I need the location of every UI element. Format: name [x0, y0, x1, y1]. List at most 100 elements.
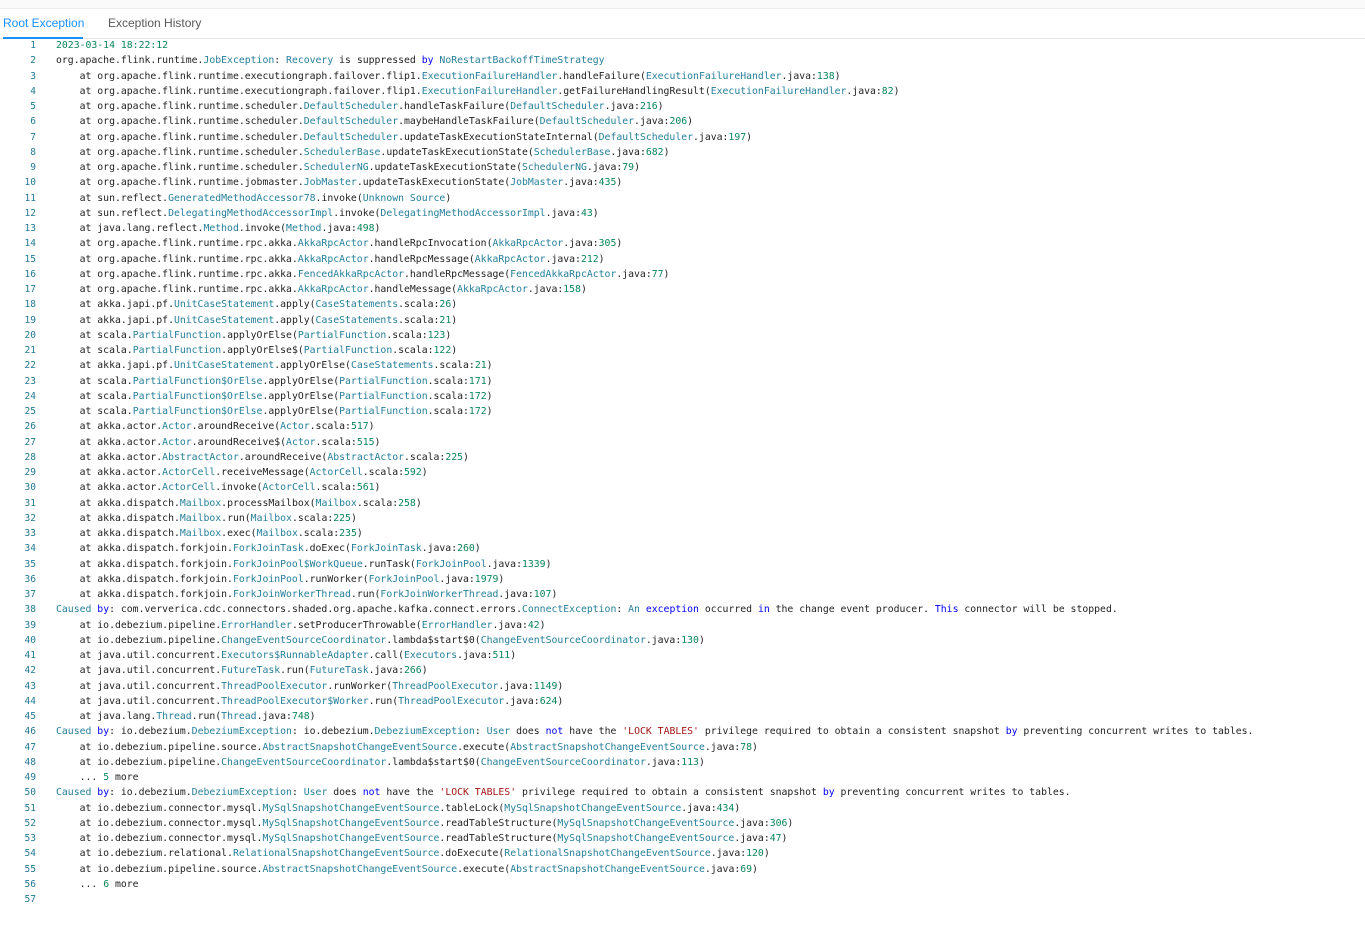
log-token: is suppressed: [333, 55, 422, 67]
log-line: 11 at sun.reflect.GeneratedMethodAccesso…: [0, 191, 1365, 206]
log-token: ): [445, 192, 452, 204]
log-token: .aroundReceive(: [238, 451, 328, 463]
line-number: 37: [24, 589, 36, 600]
line-text: at akka.actor.Actor.aroundReceive$(Actor…: [36, 435, 381, 450]
log-token: DefaultScheduler: [539, 116, 635, 128]
log-token: at io.debezium.pipeline.: [56, 619, 222, 631]
log-token: .java:: [704, 863, 741, 875]
line-text: at scala.PartialFunction.applyOrElse(Par…: [36, 328, 452, 343]
log-token: ForkJoinWorkerThread: [380, 589, 499, 600]
log-line: 35 at akka.dispatch.forkjoin.ForkJoinPoo…: [0, 557, 1365, 572]
log-token: .scala:: [427, 406, 469, 417]
line-number: 56: [24, 878, 36, 890]
log-token: .scala:: [315, 482, 357, 494]
log-token: .invoke(: [215, 482, 263, 494]
log-token: .run(: [191, 711, 222, 722]
exception-log-viewer[interactable]: 1 2023-03-14 18:22:12 2 org.apache.flink.ru…: [0, 38, 1365, 939]
log-token: 235: [339, 528, 357, 539]
tab-root-exception[interactable]: Root Exception: [3, 9, 84, 39]
line-number: 38: [24, 604, 36, 616]
log-token: 511: [492, 650, 511, 661]
log-token: have the: [563, 726, 623, 738]
line-text: at scala.PartialFunction.applyOrElse$(Pa…: [36, 343, 458, 358]
line-number: 24: [24, 390, 36, 402]
log-token: ): [539, 619, 546, 631]
log-token: PartialFunction: [339, 375, 428, 387]
log-line: 52 at io.debezium.connector.mysql.MySqlS…: [0, 816, 1365, 831]
log-token: ): [498, 573, 505, 585]
log-token: at io.debezium.connector.mysql.: [56, 817, 263, 829]
log-token: ForkJoinTask: [350, 543, 422, 555]
log-token: PartialFunction$OrElse: [132, 390, 263, 402]
log-line: 36 at akka.dispatch.forkjoin.ForkJoinPoo…: [0, 572, 1365, 587]
log-token: 69: [740, 863, 753, 875]
line-number: 6: [30, 116, 36, 128]
log-token: ForkJoinTask: [232, 543, 304, 555]
log-token: org.apache.flink.runtime.: [56, 55, 204, 67]
log-token: ): [687, 116, 694, 128]
line-number: 19: [24, 314, 36, 326]
line-text: at io.debezium.pipeline.source.AbstractS…: [36, 740, 758, 755]
log-token: 107: [533, 589, 552, 600]
log-token: .getFailureHandlingResult(: [557, 85, 711, 97]
log-token: MySqlSnapshotChangeEventSource: [557, 817, 735, 829]
log-token: User: [486, 726, 511, 738]
log-token: ...: [56, 878, 104, 890]
log-token: Caused: [56, 787, 92, 799]
log-token: .applyOrElse(: [221, 329, 298, 341]
log-line: 45 at java.lang.Thread.run(Thread.java:7…: [0, 709, 1365, 724]
log-token: CaseStatements: [315, 299, 399, 311]
log-line: 48 at io.debezium.pipeline.ChangeEventSo…: [0, 755, 1365, 770]
line-number: 21: [24, 345, 36, 356]
line-number: 2: [30, 55, 36, 67]
log-token: PartialFunction: [303, 345, 393, 356]
log-token: .java:: [504, 695, 540, 707]
log-token: 517: [350, 421, 369, 433]
log-token: more: [109, 772, 139, 783]
line-number: 28: [24, 451, 36, 463]
log-token: 225: [445, 451, 464, 463]
line-number: 12: [24, 207, 36, 219]
log-token: at akka.dispatch.: [56, 497, 180, 509]
log-token: Method: [203, 223, 239, 234]
log-token: .scala:: [404, 451, 446, 463]
log-line: 16 at org.apache.flink.runtime.rpc.akka.…: [0, 267, 1365, 282]
log-token: at akka.actor.: [56, 436, 163, 448]
log-token: 2023-03-14 18:22:12: [56, 40, 169, 51]
log-token: .run(: [221, 512, 251, 524]
line-text: at java.util.concurrent.Executors$Runnab…: [36, 648, 517, 663]
log-token: at akka.actor.: [56, 482, 163, 494]
log-token: at scala.: [56, 375, 133, 387]
log-line: 37 at akka.dispatch.forkjoin.ForkJoinWor…: [0, 587, 1365, 602]
log-token: Actor: [286, 436, 316, 448]
log-token: UnitCaseStatement: [173, 360, 275, 372]
log-token: ): [451, 314, 458, 326]
line-text: at java.util.concurrent.ThreadPoolExecut…: [36, 679, 564, 694]
line-number: 14: [24, 238, 36, 250]
log-token: .updateTaskExecutionState(: [368, 162, 522, 173]
log-token: 515: [356, 436, 375, 448]
log-token: Mailbox: [256, 528, 298, 539]
log-token: at akka.dispatch.forkjoin.: [56, 573, 233, 585]
log-token: at org.apache.flink.runtime.executiongra…: [56, 70, 422, 82]
log-token: ActorCell: [162, 467, 216, 478]
log-token: ): [545, 558, 552, 570]
log-token: DefaultScheduler: [598, 131, 694, 143]
log-token: GeneratedMethodAccessor78: [168, 192, 316, 204]
line-text: at org.apache.flink.runtime.rpc.akka.Akk…: [36, 282, 587, 297]
line-text: at io.debezium.pipeline.ErrorHandler.set…: [36, 618, 546, 633]
log-line: 5 at org.apache.flink.runtime.scheduler.…: [0, 99, 1365, 114]
log-token: DebeziumException: [191, 787, 292, 799]
log-token: at scala.: [56, 406, 133, 417]
log-token: Actor: [280, 421, 310, 433]
log-token: ): [746, 131, 753, 143]
log-token: .java:: [492, 619, 528, 631]
log-line: 46 Caused by: io.debezium.DebeziumExcepti…: [0, 724, 1365, 739]
log-token: ForkJoinPool$WorkQueue: [232, 558, 363, 570]
log-token: 592: [404, 467, 422, 478]
log-token: ExecutionFailureHandler: [710, 85, 847, 97]
tab-exception-history[interactable]: Exception History: [108, 9, 201, 38]
log-line: 6 at org.apache.flink.runtime.scheduler.…: [0, 114, 1365, 129]
log-line: 21 at scala.PartialFunction.applyOrElse$…: [0, 343, 1365, 358]
log-line: 41 at java.util.concurrent.Executors$Run…: [0, 648, 1365, 663]
